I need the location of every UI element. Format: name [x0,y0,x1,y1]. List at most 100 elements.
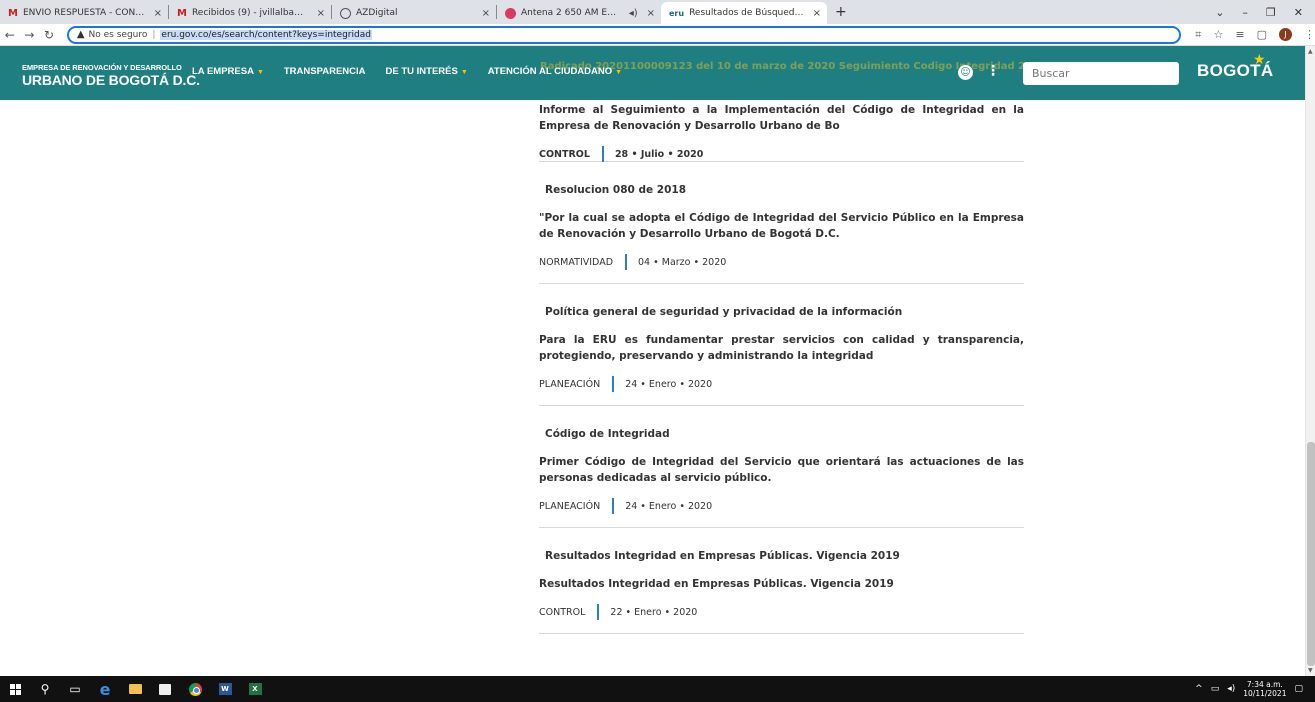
file-explorer-icon[interactable] [120,676,150,702]
nav-item-la-empresa[interactable]: LA EMPRESA ▼ [192,66,264,77]
result-category: CONTROL [539,606,586,618]
result-date: 28 • Julio • 2020 [614,148,704,160]
globe-icon [340,7,351,19]
reading-list-icon[interactable]: ≡ [1235,28,1244,41]
not-secure-label[interactable]: No es seguro [89,30,148,40]
result-description[interactable]: Informe al Seguimiento a la Implementaci… [539,102,1024,134]
task-view-icon[interactable]: ▭ [60,676,90,702]
scroll-up-icon[interactable]: ▲ [1308,48,1313,55]
search-results: Informe al Seguimiento a la Implementaci… [539,100,1024,634]
result-date: 24 • Enero • 2020 [625,500,713,512]
meta-divider [597,604,600,620]
profile-avatar[interactable]: J [1278,28,1292,41]
excel-icon[interactable]: X [240,676,270,702]
nav-item-transparencia[interactable]: TRANSPARENCIA [284,66,366,77]
caret-down-icon: ▼ [460,69,468,76]
star-icon: ★ [1253,52,1266,68]
result-description[interactable]: Para la ERU es fundamentar prestar servi… [539,332,1024,364]
result-title[interactable]: Resolucion 080 de 2018 [545,184,1024,196]
omnibox[interactable]: ▲ No es seguro | eru.gov.co/es/search/co… [66,25,1182,44]
url-text[interactable]: eru.gov.co/es/search/content?keys=integr… [160,29,372,40]
gmail-icon: M [177,7,187,19]
back-icon[interactable]: ← [0,28,20,42]
side-panel-icon[interactable]: ▢ [1257,28,1267,41]
result-category: NORMATIVIDAD [539,256,614,268]
page-scrollbar[interactable]: ▲ ▼ [1305,46,1315,676]
tab-title: Resultados de Búsqueda | Empre [689,8,804,18]
result-description[interactable]: Primer Código de Integridad del Servicio… [539,454,1024,486]
browser-tab-1[interactable]: M ENVÍO RESPUESTA - CONCEJO - × [0,2,168,24]
close-icon[interactable]: × [154,8,162,19]
scrollbar-thumb[interactable] [1307,442,1315,666]
result-description[interactable]: "Por la cual se adopta el Código de Inte… [539,210,1024,242]
bookmark-star-icon[interactable]: ☆ [1213,28,1223,41]
site-header: EMPRESA DE RENOVACIÓN Y DESARROLLO URBAN… [0,46,1305,100]
meta-divider [612,498,615,514]
notifications-icon[interactable]: ▢ [1294,684,1303,694]
taskbar-clock[interactable]: 7:34 a.m. 10/11/2021 [1243,680,1286,698]
close-icon[interactable]: × [647,8,655,19]
result-date: 24 • Enero • 2020 [625,378,713,390]
nav-label: TRANSPARENCIA [283,66,366,77]
result-title[interactable]: Código de Integridad [545,428,1024,440]
network-icon[interactable]: ▭ [1211,684,1220,694]
browser-tab-5[interactable]: eru Resultados de Búsqueda | Empre × [661,2,827,24]
windows-taskbar: ⚲ ▭ e W X ^ ▭ ◂) 7:34 a.m. 10/11/2021 ▢ [0,676,1315,702]
translate-icon[interactable]: ⌗ [1195,28,1201,42]
brand-bottom-line: URBANO DE BOGOTÁ D.C. [22,71,200,88]
tab-search-icon[interactable]: ⌄ [1215,6,1224,19]
browser-tab-3[interactable]: AZDigital × [332,2,496,24]
site-search-input[interactable] [1023,62,1179,85]
result-item: Informe al Seguimiento a la Implementaci… [539,102,1024,162]
omnibox-divider: | [152,29,156,40]
volume-icon[interactable]: ◂) [1227,684,1235,694]
close-icon[interactable]: × [317,8,325,19]
minimize-icon[interactable]: – [1242,6,1248,19]
close-window-icon[interactable]: ✕ [1294,6,1303,19]
close-icon[interactable]: × [482,8,490,19]
forward-icon[interactable]: → [20,28,40,42]
caret-down-icon: ▼ [256,69,264,76]
search-icon[interactable]: ⚲ [30,676,60,702]
result-title[interactable]: Política general de seguridad y privacid… [545,306,1024,318]
result-category: PLANEACIÓN [539,378,601,390]
reload-icon[interactable]: ↻ [39,28,59,42]
nav-label: ATENCIÓN AL CIUDADANO [487,66,613,77]
nav-item-atencion-al-ciudadano[interactable]: ATENCIÓN AL CIUDADANO ▼ [488,66,622,77]
tab-title: Recibidos (9) - jvillalbam@eru.go [191,8,308,18]
menu-kebab-icon[interactable]: ⋮ [1304,28,1315,41]
result-item: Código de Integridad Primer Código de In… [539,406,1024,528]
word-icon[interactable]: W [210,676,240,702]
window-controls: ⌄ – ❐ ✕ [1215,0,1315,24]
result-meta: NORMATIVIDAD 04 • Marzo • 2020 [539,254,1024,270]
start-button[interactable] [0,676,30,702]
warning-icon[interactable]: ▲ [77,29,85,40]
meta-divider [625,254,628,270]
clock-date: 10/11/2021 [1243,689,1287,698]
new-tab-button[interactable]: + [827,4,855,20]
site-brand[interactable]: EMPRESA DE RENOVACIÓN Y DESARROLLO URBAN… [22,64,200,87]
result-description[interactable]: Resultados Integridad en Empresas Públic… [539,576,1024,592]
scroll-down-icon[interactable]: ▼ [1308,667,1313,674]
accessibility-icon[interactable]: ☺ [958,65,973,80]
chevron-up-icon[interactable]: ^ [1195,684,1203,694]
browser-tab-4[interactable]: Antena 2 650 AM En Vivo | R ◂) × [497,2,661,24]
edge-icon[interactable]: e [90,676,120,702]
nav-item-de-tu-interes[interactable]: DE TU INTERÉS ▼ [386,66,468,77]
main-nav: LA EMPRESA ▼ TRANSPARENCIA DE TU INTERÉS ▼… [192,66,622,77]
more-options-icon[interactable]: ⋮ [986,64,1000,78]
windows-logo-icon [9,683,21,695]
result-category: CONTROL [539,148,590,160]
result-meta: CONTROL 22 • Enero • 2020 [539,604,1024,620]
close-icon[interactable]: × [813,8,821,19]
restore-icon[interactable]: ❐ [1266,6,1276,19]
result-meta: PLANEACIÓN 24 • Enero • 2020 [539,498,1024,514]
result-category: PLANEACIÓN [539,500,601,512]
browser-tab-2[interactable]: M Recibidos (9) - jvillalbam@eru.go × [169,2,331,24]
store-icon[interactable] [150,676,180,702]
result-meta: CONTROL 28 • Julio • 2020 [539,146,1024,162]
chrome-icon[interactable] [180,676,210,702]
eru-icon: eru [669,8,685,18]
address-bar-row: ← → ↻ ▲ No es seguro | eru.gov.co/es/sea… [0,24,1315,46]
result-title[interactable]: Resultados Integridad en Empresas Públic… [545,550,1024,562]
